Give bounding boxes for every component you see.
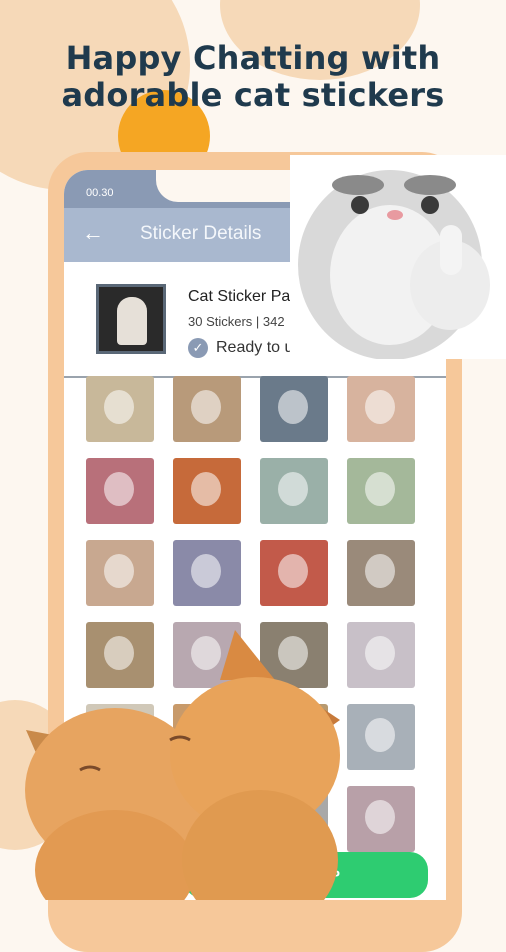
sticker-item[interactable]: [347, 376, 415, 442]
sticker-item[interactable]: [347, 458, 415, 524]
kissing-cats-image: [20, 620, 340, 930]
sticker-item[interactable]: [173, 458, 241, 524]
check-circle-icon: ✓: [188, 338, 208, 358]
page-title: Sticker Details: [140, 223, 262, 244]
kissing-cats-drawing: [25, 630, 340, 930]
sticker-item[interactable]: [260, 458, 328, 524]
cat-thumbs-up-image: [290, 155, 506, 359]
sticker-item[interactable]: [86, 376, 154, 442]
ready-label: Ready to u: [216, 339, 294, 357]
sticker-item[interactable]: [347, 540, 415, 606]
pack-meta: 30 Stickers | 342: [188, 314, 285, 329]
status-time: 00.30: [86, 187, 114, 199]
sticker-item[interactable]: [173, 376, 241, 442]
sticker-item[interactable]: [347, 622, 415, 688]
cat-thumbs-up-drawing: [298, 170, 490, 359]
headline-line1: Happy Chatting with: [65, 39, 441, 77]
pack-name: Cat Sticker Pa: [188, 288, 291, 305]
back-arrow-icon[interactable]: ←: [82, 220, 104, 246]
sticker-item[interactable]: [173, 540, 241, 606]
ready-status: ✓ Ready to u: [188, 338, 293, 358]
sticker-item[interactable]: [86, 540, 154, 606]
sticker-item[interactable]: [260, 540, 328, 606]
sticker-item[interactable]: [86, 458, 154, 524]
headline: Happy Chatting with adorable cat sticker…: [0, 40, 506, 114]
sticker-item[interactable]: [347, 786, 415, 852]
sticker-item[interactable]: [347, 704, 415, 770]
headline-line2: adorable cat stickers: [61, 76, 445, 114]
sticker-item[interactable]: [260, 376, 328, 442]
pack-thumbnail: [96, 284, 166, 354]
